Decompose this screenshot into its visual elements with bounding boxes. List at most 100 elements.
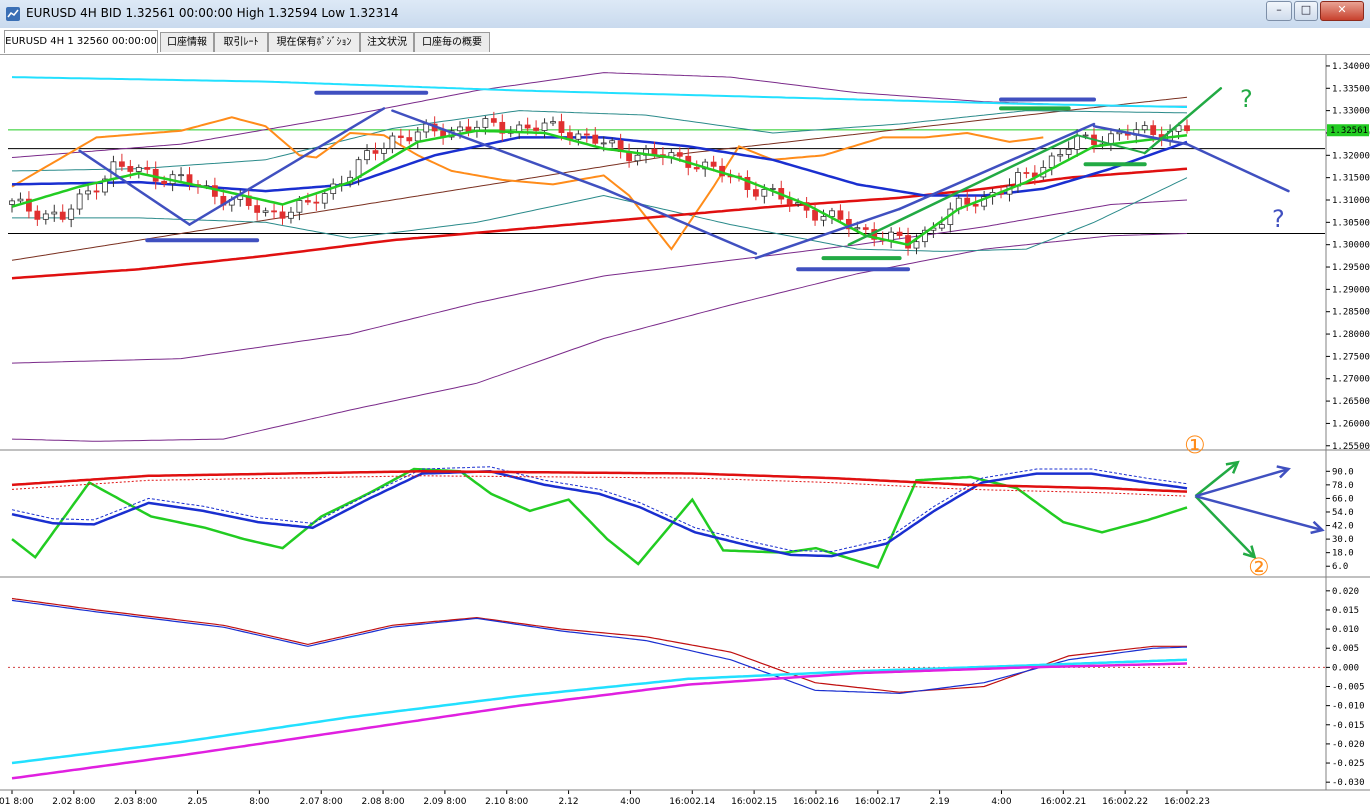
tab-order-status[interactable]: 注文状況 <box>360 32 414 52</box>
price-tick-label: 1.31000 <box>1332 196 1370 206</box>
tab-trading-rates[interactable]: 取引ﾚｰﾄ <box>214 32 268 52</box>
candle-body <box>93 190 100 193</box>
osc-tick-label: 66.0 <box>1332 494 1354 504</box>
candle-body <box>381 148 387 154</box>
macd-tick-label: -0.015 <box>1332 721 1365 731</box>
candle-body <box>406 137 413 142</box>
macd-tick-label: 0.015 <box>1332 606 1359 616</box>
time-tick-label: 2.03 8:00 <box>114 797 157 807</box>
candle-body <box>592 134 599 144</box>
annotation-question-green: ? <box>1240 85 1253 113</box>
candle-body <box>59 211 66 220</box>
tab-open-positions[interactable]: 現在保有ﾎﾟｼﾞｼｮﾝ <box>268 32 360 52</box>
annotation-question-blue: ? <box>1272 205 1285 233</box>
candle-body <box>710 161 717 167</box>
candle-body <box>17 198 24 202</box>
time-tick-label: 16:002.21 <box>1040 797 1086 807</box>
current-price-label: 1.32561 <box>1330 126 1368 136</box>
time-tick-label: 2.08 8:00 <box>361 797 404 807</box>
candle-body <box>42 213 49 220</box>
candle-body <box>600 142 607 145</box>
candle-body <box>634 154 641 162</box>
candle-body <box>211 185 218 197</box>
candle-body <box>524 124 531 129</box>
candle-body <box>972 203 979 207</box>
candle-body <box>372 150 379 154</box>
candle-body <box>583 133 590 136</box>
candle-body <box>837 210 844 220</box>
candle-body <box>1023 172 1030 174</box>
candle-body <box>1074 135 1081 150</box>
osc-tick-label: 6.0 <box>1332 562 1348 572</box>
tab-account-summary[interactable]: 口座毎の概要 <box>414 32 490 52</box>
candle-body <box>254 205 261 213</box>
window-titlebar: EURUSD 4H BID 1.32561 00:00:00 High 1.32… <box>0 0 1370 29</box>
time-tick-label: 2.02 8:00 <box>52 797 95 807</box>
candle-body <box>296 200 303 213</box>
macd-tick-label: 0.000 <box>1332 663 1359 673</box>
candle-body <box>1108 133 1114 145</box>
price-tick-label: 1.33000 <box>1332 107 1370 117</box>
candle-body <box>288 211 294 219</box>
time-tick-label: 16:002.14 <box>669 797 715 807</box>
price-tick-label: 1.28000 <box>1332 330 1370 340</box>
price-tick-label: 1.27000 <box>1332 375 1370 385</box>
candle-body <box>397 135 404 138</box>
macd-tick-label: -0.005 <box>1332 683 1365 693</box>
osc-tick-label: 30.0 <box>1332 535 1354 545</box>
candle-body <box>1141 125 1148 131</box>
price-tick-label: 1.26500 <box>1332 397 1370 407</box>
candle-body <box>609 140 616 144</box>
time-tick-label: 4:00 <box>620 797 640 807</box>
candle-body <box>558 121 565 134</box>
candle-body <box>262 210 269 213</box>
candle-body <box>118 161 125 167</box>
candle-body <box>1082 134 1089 137</box>
price-chart-svg[interactable]: 1.340001.335001.330001.325001.320001.315… <box>0 55 1370 810</box>
candle-body <box>896 231 903 236</box>
candle-body <box>321 193 328 204</box>
price-tick-label: 1.29000 <box>1332 285 1370 295</box>
candle-body <box>938 224 945 229</box>
panel-bg-0 <box>0 57 1370 448</box>
chart-area[interactable]: 1.340001.335001.330001.325001.320001.315… <box>0 55 1370 810</box>
candle-body <box>676 152 683 157</box>
tab-bar: EURUSD 4H 1 32560 00:00:00 口座情報 取引ﾚｰﾄ 現在… <box>0 28 1370 55</box>
price-tick-label: 1.27500 <box>1332 352 1370 362</box>
osc-tick-label: 18.0 <box>1332 549 1354 559</box>
candle-body <box>490 118 497 123</box>
time-tick-label: 2.12 <box>559 797 579 807</box>
candle-body <box>752 189 759 197</box>
minimize-button[interactable]: – <box>1266 1 1292 21</box>
candle-body <box>457 126 463 132</box>
close-button[interactable]: ✕ <box>1320 1 1364 21</box>
candle-body <box>161 180 168 184</box>
candle-body <box>575 133 582 140</box>
candle-body <box>812 209 818 221</box>
candle-body <box>550 121 556 124</box>
candle-body <box>144 167 151 170</box>
osc-tick-label: 54.0 <box>1332 508 1354 518</box>
candle-body <box>516 124 523 133</box>
tab-chart[interactable]: EURUSD 4H 1 32560 00:00:00 <box>4 30 158 53</box>
price-tick-label: 1.26000 <box>1332 419 1370 429</box>
tab-account-info[interactable]: 口座情報 <box>160 32 214 52</box>
window-title: EURUSD 4H BID 1.32561 00:00:00 High 1.32… <box>26 6 399 20</box>
macd-tick-label: -0.025 <box>1332 759 1365 769</box>
candle-body <box>693 167 700 170</box>
time-tick-label: 16:002.23 <box>1164 797 1210 807</box>
candle-body <box>364 150 370 161</box>
time-tick-label: 16:002.16 <box>793 797 839 807</box>
candle-body <box>279 211 286 219</box>
time-tick-label: 16:002.22 <box>1102 797 1148 807</box>
candle-body <box>110 161 117 180</box>
maximize-button[interactable]: □ <box>1294 1 1318 21</box>
macd-tick-label: 0.020 <box>1332 587 1359 597</box>
candle-body <box>761 189 768 197</box>
price-tick-label: 1.28500 <box>1332 308 1370 318</box>
annotation-circled-one: ① <box>1184 431 1206 459</box>
price-tick-label: 1.30000 <box>1332 241 1370 251</box>
candle-body <box>913 241 920 249</box>
candle-body <box>482 118 489 128</box>
candle-body <box>1184 125 1190 132</box>
